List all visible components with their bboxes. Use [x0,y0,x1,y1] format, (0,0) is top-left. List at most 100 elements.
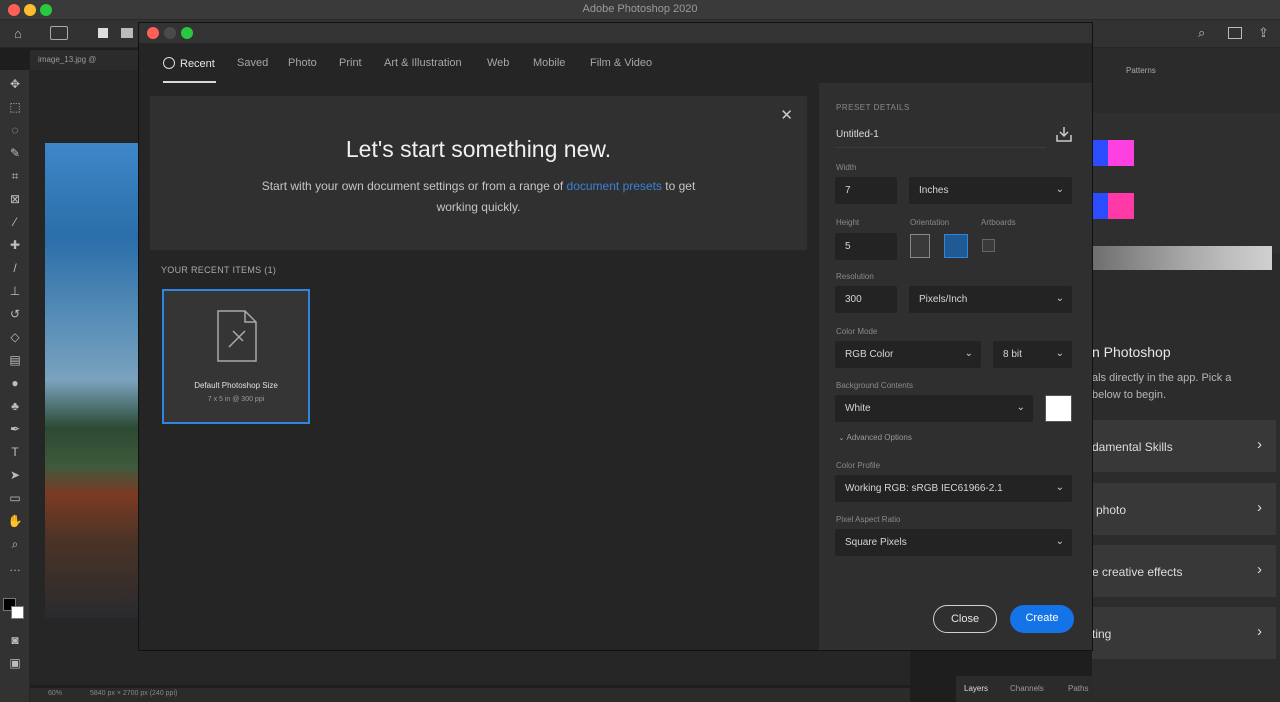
width-unit-select[interactable]: Inches ⌄ [909,177,1072,204]
tab-label: Recent [180,58,215,70]
banner-text-start: Start with your own document settings or… [261,179,567,193]
swatch[interactable] [1092,193,1108,219]
tab-art-illustration[interactable]: Art & Illustration [384,57,462,69]
swatch[interactable] [1108,193,1134,219]
app-titlebar: Adobe Photoshop 2020 [0,0,1280,20]
stamp-tool-icon[interactable]: ⊥ [7,283,23,299]
more-tools-icon[interactable]: … [7,559,23,575]
dialog-zoom-icon[interactable] [181,27,193,39]
learn-description: als directly in the app. Pick a below to… [1092,372,1232,401]
chevron-down-icon: ⌄ [1016,402,1025,413]
learn-card-label: photo [1096,503,1127,517]
type-tool-icon[interactable]: T [7,444,23,460]
color-profile-select[interactable]: Working RGB: sRGB IEC61966-2.1 ⌄ [835,475,1072,502]
color-mode-select[interactable]: RGB Color ⌄ [835,341,981,368]
resolution-unit-value: Pixels/Inch [919,294,968,305]
recent-item-card[interactable]: Default Photoshop Size 7 x 5 in @ 300 pp… [162,289,310,424]
save-preset-icon[interactable] [1055,125,1073,143]
tab-photo[interactable]: Photo [288,57,317,69]
tab-film-video[interactable]: Film & Video [590,57,652,69]
create-button[interactable]: Create [1010,605,1074,633]
dodge-tool-icon[interactable]: ♣ [7,398,23,414]
learn-card[interactable]: photo › [1092,483,1276,535]
share-icon[interactable]: ⇪ [1258,25,1269,41]
tab-mobile[interactable]: Mobile [533,57,565,69]
quick-select-tool-icon[interactable]: ✎ [7,145,23,161]
swatches-area [1092,113,1280,253]
marquee-tool-icon[interactable]: ⬚ [7,99,23,115]
tab-paths[interactable]: Paths [1068,684,1088,693]
blur-tool-icon[interactable]: ● [7,375,23,391]
height-input[interactable]: 5 [835,233,897,260]
artboards-checkbox[interactable] [982,239,995,252]
gradient-tool-icon[interactable]: ▤ [7,352,23,368]
pixel-aspect-ratio-label: Pixel Aspect Ratio [836,515,901,524]
swatch[interactable] [1092,140,1108,166]
eraser-tool-icon[interactable]: ◇ [7,329,23,345]
learn-card[interactable]: ting › [1092,607,1276,659]
screen-mode-icon[interactable]: ▣ [7,655,23,671]
bit-depth-select[interactable]: 8 bit ⌄ [993,341,1072,368]
healing-brush-tool-icon[interactable]: ✚ [7,237,23,253]
banner-title: Let's start something new. [345,136,612,162]
resolution-unit-select[interactable]: Pixels/Inch ⌄ [909,286,1072,313]
pen-tool-icon[interactable]: ✒ [7,421,23,437]
brush-tool-icon[interactable]: / [7,260,23,276]
background-color-picker[interactable] [1045,395,1072,422]
zoom-tool-icon[interactable]: ⌕ [7,536,23,552]
chevron-down-icon: ⌄ [838,433,845,442]
background-contents-select[interactable]: White ⌄ [835,395,1033,422]
quick-mask-icon[interactable]: ◙ [7,632,23,648]
preset-details-label: PRESET DETAILS [836,103,910,112]
learn-card[interactable]: damental Skills › [1092,420,1276,472]
width-input[interactable]: 7 [835,177,897,204]
frame-tool-icon[interactable]: ⊠ [7,191,23,207]
home-icon[interactable]: ⌂ [14,26,22,41]
landscape-orientation-icon[interactable] [944,234,968,258]
search-icon[interactable]: ⌕ [1198,25,1205,41]
resolution-input[interactable]: 300 [835,286,897,313]
move-tool-icon[interactable]: ✥ [7,76,23,92]
recent-label-text: YOUR RECENT ITEMS [161,265,262,275]
gray-swatches[interactable] [1092,246,1272,270]
orientation-label: Orientation [910,218,950,227]
lasso-tool-icon[interactable]: ◌ [7,122,23,138]
crop-tool-icon[interactable]: ⌗ [7,168,23,184]
zoom-level[interactable]: 60% [48,690,62,697]
tab-channels[interactable]: Channels [1010,684,1044,693]
portrait-orientation-icon[interactable] [910,234,930,258]
eyedropper-tool-icon[interactable]: ⁄ [7,214,23,230]
close-banner-icon[interactable]: ✕ [780,106,793,124]
background-color-swatch[interactable] [11,606,24,619]
tab-print[interactable]: Print [339,57,362,69]
hand-tool-icon[interactable]: ✋ [7,513,23,529]
chevron-down-icon: ⌄ [1055,184,1064,195]
recent-item-name: Default Photoshop Size [194,381,278,390]
tab-web[interactable]: Web [487,57,509,69]
history-brush-tool-icon[interactable]: ↺ [7,306,23,322]
new-selection-icon[interactable] [98,28,108,38]
marquee-options-icon[interactable] [50,26,68,40]
pixel-aspect-ratio-select[interactable]: Square Pixels ⌄ [835,529,1072,556]
tab-saved[interactable]: Saved [237,57,268,69]
tab-layers[interactable]: Layers [964,684,988,693]
resolution-label: Resolution [836,272,874,281]
swatch[interactable] [1108,140,1134,166]
workspace-icon[interactable] [1228,27,1242,39]
learn-card[interactable]: e creative effects › [1092,545,1276,597]
document-name-input[interactable]: Untitled-1 [836,124,1046,148]
preset-details-panel: PRESET DETAILS Untitled-1 Width 7 Inches… [819,83,1092,650]
shape-tool-icon[interactable]: ▭ [7,490,23,506]
advanced-options-toggle[interactable]: ⌄ Advanced Options [838,433,912,442]
width-unit-value: Inches [919,185,949,196]
close-button[interactable]: Close [933,605,997,633]
document-tab[interactable]: image_13.jpg @ [30,50,140,70]
document-presets-link[interactable]: document presets [567,179,662,193]
tab-recent[interactable]: Recent [163,57,215,70]
dialog-close-icon[interactable] [147,27,159,39]
color-mode-label: Color Mode [836,327,878,336]
patterns-tab[interactable]: Patterns [1126,66,1156,75]
path-select-tool-icon[interactable]: ➤ [7,467,23,483]
layers-tabs: Layers Channels Paths [956,676,1092,702]
add-selection-icon[interactable] [121,28,133,38]
